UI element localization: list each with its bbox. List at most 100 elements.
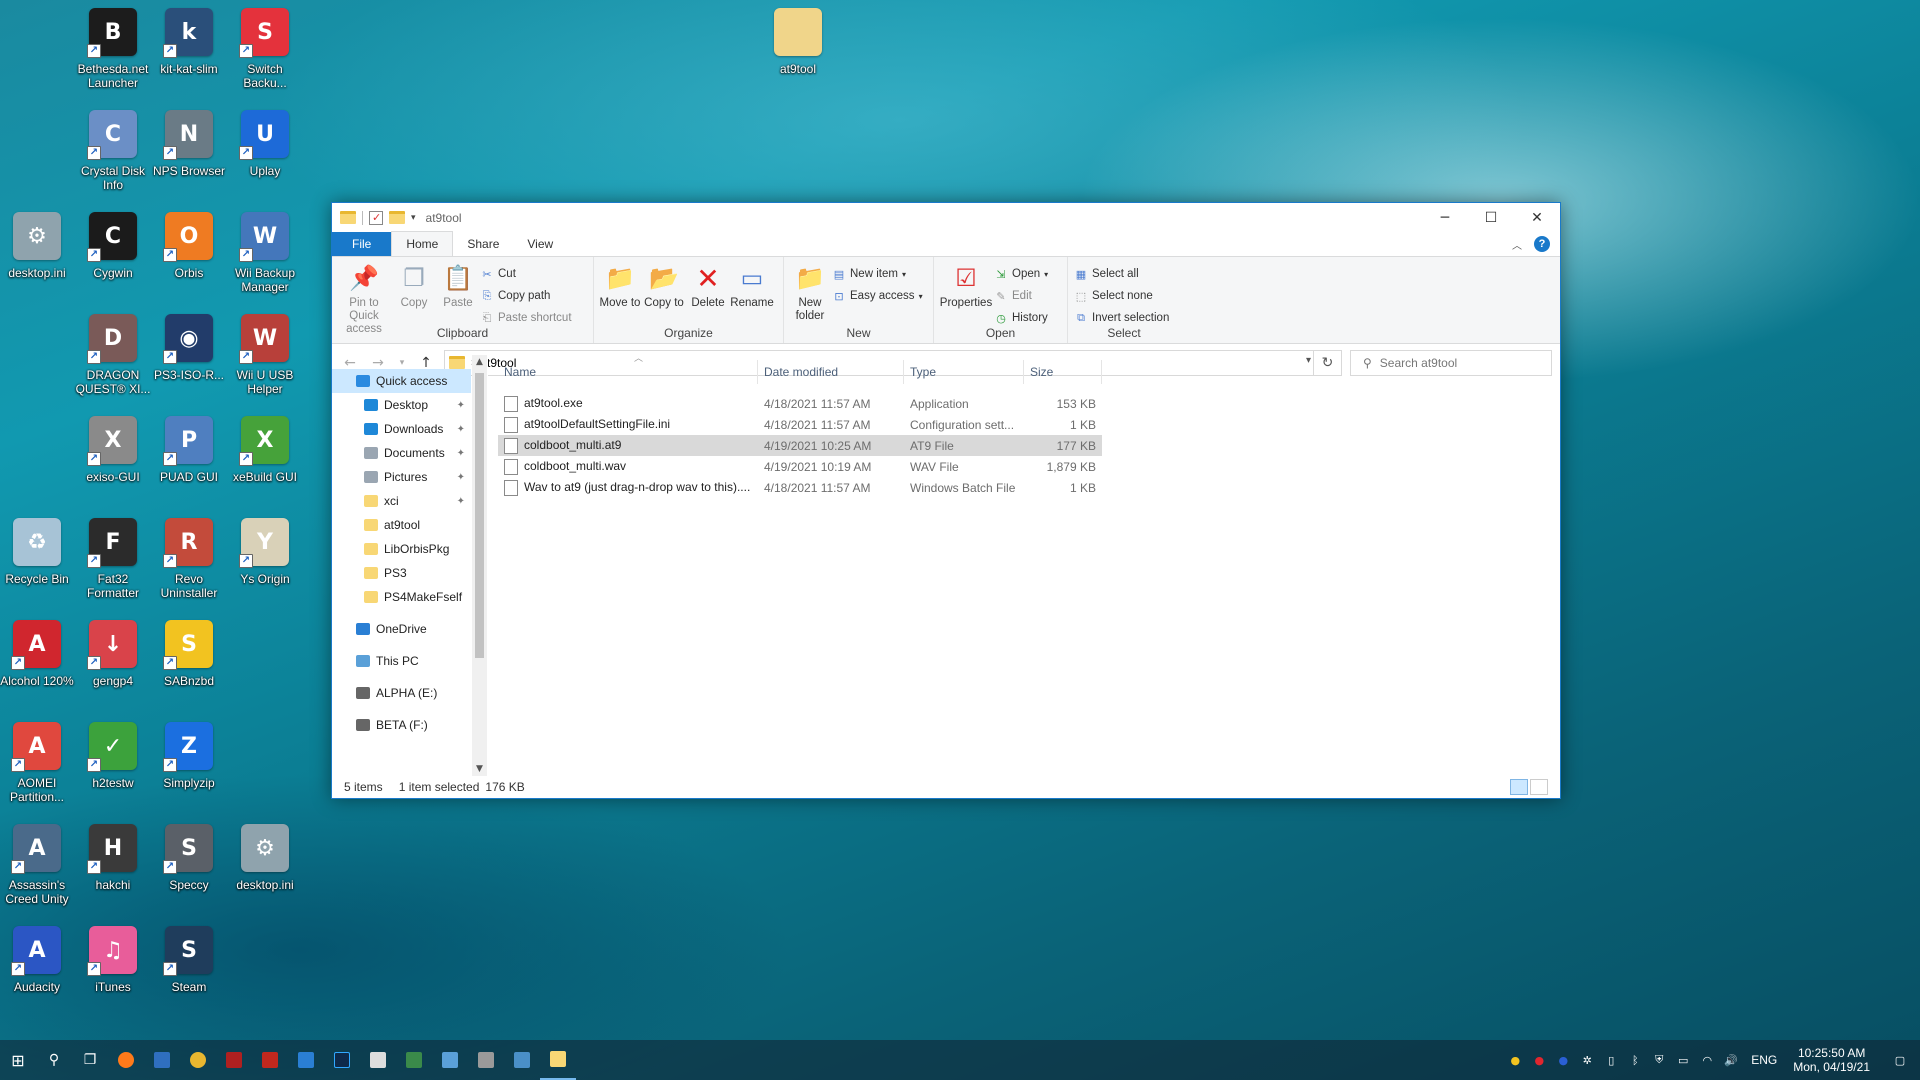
nav-item[interactable]: PS3 — [332, 561, 471, 585]
cut-button[interactable]: ✂ Cut — [480, 265, 572, 283]
desktop-icon[interactable]: W ↗ Wii Backup Manager — [225, 212, 305, 294]
paste-shortcut-button[interactable]: ⎗ Paste shortcut — [480, 309, 572, 327]
nav-item[interactable]: LibOrbisPkg — [332, 537, 471, 561]
details-view-button[interactable] — [1510, 779, 1528, 795]
select-none-button[interactable]: ⬚ Select none — [1074, 287, 1169, 305]
app-icon[interactable] — [432, 1040, 468, 1080]
start-button[interactable]: ⊞ — [0, 1040, 36, 1080]
bluetooth-icon[interactable]: ᛒ — [1623, 1040, 1647, 1080]
desktop-icon[interactable]: S ↗ Speccy — [149, 824, 229, 892]
nav-item[interactable]: Downloads ✦ — [332, 417, 471, 441]
file-row[interactable]: Wav to at9 (just drag-n-drop wav to this… — [498, 477, 1102, 498]
nav-scrollbar[interactable]: ▲ ▼ — [472, 355, 487, 776]
desktop-icon[interactable]: F ↗ Fat32 Formatter — [73, 518, 153, 600]
desktop-icon[interactable]: B ↗ Bethesda.net Launcher — [73, 8, 153, 90]
nav-drive-f[interactable]: BETA (F:) — [332, 713, 471, 737]
nav-item[interactable]: Documents ✦ — [332, 441, 471, 465]
nav-quick-access[interactable]: Quick access — [332, 369, 471, 393]
help-icon[interactable]: ? — [1534, 236, 1550, 252]
collapse-ribbon-icon[interactable]: ︿ — [1512, 237, 1522, 252]
desktop-icon[interactable]: ⚙ desktop.ini — [0, 212, 77, 280]
desktop-icon[interactable]: A ↗ Assassin's Creed Unity — [0, 824, 77, 906]
nav-item[interactable]: Pictures ✦ — [332, 465, 471, 489]
security-icon[interactable]: ⛨ — [1647, 1040, 1671, 1080]
battery-icon[interactable]: ▭ — [1671, 1040, 1695, 1080]
search-icon[interactable]: ⚲ — [36, 1040, 72, 1080]
app-icon[interactable] — [144, 1040, 180, 1080]
volume-icon[interactable]: 🔊 — [1719, 1040, 1743, 1080]
tab-home[interactable]: Home — [391, 231, 454, 256]
file-explorer-taskbar-icon[interactable] — [540, 1040, 576, 1080]
notifications-icon[interactable]: ▢ — [1880, 1040, 1920, 1080]
new-folder-icon[interactable] — [389, 211, 405, 224]
column-date-modified[interactable]: Date modified — [758, 360, 904, 384]
minimize-button[interactable]: ─ — [1422, 203, 1468, 232]
close-button[interactable]: ✕ — [1514, 203, 1560, 232]
desktop-icon[interactable]: Y ↗ Ys Origin — [225, 518, 305, 586]
new-item-button[interactable]: ▤ New item ▾ — [832, 265, 923, 283]
select-all-button[interactable]: ▦ Select all — [1074, 265, 1169, 283]
tab-file[interactable]: File — [332, 232, 392, 256]
maximize-button[interactable]: ☐ — [1468, 203, 1514, 232]
tab-view[interactable]: View — [513, 232, 567, 256]
filezilla-icon[interactable] — [252, 1040, 288, 1080]
language-indicator[interactable]: ENG — [1751, 1053, 1777, 1067]
scroll-down-icon[interactable]: ▼ — [472, 764, 487, 774]
desktop-icon[interactable]: S ↗ SABnzbd — [149, 620, 229, 688]
desktop-icon[interactable]: ◉ ↗ PS3-ISO-R... — [149, 314, 229, 382]
desktop-icon[interactable]: X ↗ xeBuild GUI — [225, 416, 305, 484]
calculator-icon[interactable] — [468, 1040, 504, 1080]
desktop-icon[interactable]: W ↗ Wii U USB Helper — [225, 314, 305, 396]
column-type[interactable]: Type — [904, 360, 1024, 384]
app-icon[interactable] — [216, 1040, 252, 1080]
desktop-icon[interactable]: ⚙ desktop.ini — [225, 824, 305, 892]
desktop-icon[interactable]: C ↗ Cygwin — [73, 212, 153, 280]
desktop-icon[interactable]: A ↗ AOMEI Partition... — [0, 722, 77, 804]
tray-app-icon[interactable]: ● — [1503, 1040, 1527, 1080]
photoshop-icon[interactable] — [324, 1040, 360, 1080]
desktop-icon[interactable]: P ↗ PUAD GUI — [149, 416, 229, 484]
column-size[interactable]: Size — [1024, 360, 1102, 384]
app-icon[interactable] — [288, 1040, 324, 1080]
desktop-icon[interactable]: O ↗ Orbis — [149, 212, 229, 280]
desktop-icon[interactable]: H ↗ hakchi — [73, 824, 153, 892]
history-button[interactable]: ◷ History — [994, 309, 1048, 327]
tray-app-icon[interactable]: ▯ — [1599, 1040, 1623, 1080]
app-icon[interactable] — [504, 1040, 540, 1080]
nav-onedrive[interactable]: OneDrive — [332, 617, 471, 641]
desktop-icon[interactable]: S ↗ Steam — [149, 926, 229, 994]
desktop-icon[interactable]: ♫ ↗ iTunes — [73, 926, 153, 994]
copy-path-button[interactable]: ⎘ Copy path — [480, 287, 572, 305]
app-icon[interactable] — [396, 1040, 432, 1080]
clock[interactable]: 10:25:50 AM Mon, 04/19/21 — [1793, 1046, 1870, 1074]
desktop-icon[interactable]: C ↗ Crystal Disk Info — [73, 110, 153, 192]
desktop-icon[interactable]: S ↗ Switch Backu... — [225, 8, 305, 90]
firefox-icon[interactable] — [108, 1040, 144, 1080]
nav-item[interactable]: at9tool — [332, 513, 471, 537]
desktop-icon[interactable]: ♻ Recycle Bin — [0, 518, 77, 586]
desktop-icon[interactable]: ✓ ↗ h2testw — [73, 722, 153, 790]
invert-selection-button[interactable]: ⧉ Invert selection — [1074, 309, 1169, 327]
wifi-icon[interactable]: ◠ — [1695, 1040, 1719, 1080]
desktop-icon[interactable]: A ↗ Alcohol 120% — [0, 620, 77, 688]
file-row[interactable]: coldboot_multi.at9 4/19/2021 10:25 AM AT9 … — [498, 435, 1102, 456]
desktop-icon[interactable]: at9tool — [758, 8, 838, 76]
nav-drive-e[interactable]: ALPHA (E:) — [332, 681, 471, 705]
nav-this-pc[interactable]: This PC — [332, 649, 471, 673]
task-view-icon[interactable]: ❐ — [72, 1040, 108, 1080]
file-row[interactable]: at9toolDefaultSettingFile.ini 4/18/2021 1… — [498, 414, 1102, 435]
easy-access-button[interactable]: ⊡ Easy access ▾ — [832, 287, 922, 305]
desktop-icon[interactable]: A ↗ Audacity — [0, 926, 77, 994]
desktop-icon[interactable]: R ↗ Revo Uninstaller — [149, 518, 229, 600]
edit-button[interactable]: ✎ Edit — [994, 287, 1048, 305]
desktop-icon[interactable]: D ↗ DRAGON QUEST® XI... — [73, 314, 153, 396]
desktop-icon[interactable]: k ↗ kit-kat-slim — [149, 8, 229, 76]
desktop-icon[interactable]: Z ↗ Simplyzip — [149, 722, 229, 790]
column-name[interactable]: Name — [498, 360, 758, 384]
nav-item[interactable]: Desktop ✦ — [332, 393, 471, 417]
scrollbar-thumb[interactable] — [475, 373, 484, 658]
customize-toolbar-icon[interactable]: ▾ — [411, 212, 416, 223]
file-row[interactable]: at9tool.exe 4/18/2021 11:57 AM Application… — [498, 393, 1102, 414]
tray-app-icon[interactable]: ✲ — [1575, 1040, 1599, 1080]
tray-app-icon[interactable]: ● — [1551, 1040, 1575, 1080]
